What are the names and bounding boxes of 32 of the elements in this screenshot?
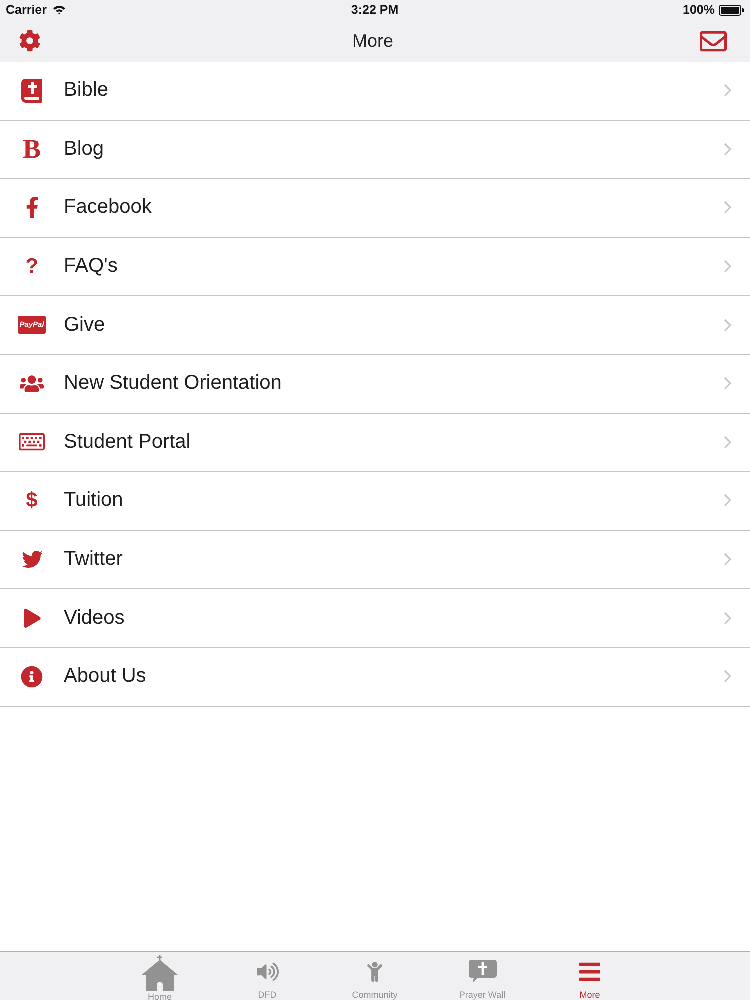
play-icon xyxy=(22,608,42,628)
info-icon xyxy=(21,666,43,688)
chevron-icon xyxy=(724,553,732,566)
chevron-icon xyxy=(724,142,732,156)
menu-icon xyxy=(578,960,602,984)
chevron-icon xyxy=(724,494,732,508)
tab-item[interactable]: More xyxy=(536,952,644,1000)
settings-button[interactable] xyxy=(19,30,41,52)
person-icon xyxy=(365,962,385,982)
chevron-icon xyxy=(724,436,732,449)
chevron-icon xyxy=(724,377,732,390)
carrier-label: Carrier xyxy=(6,3,47,17)
chevron-icon xyxy=(724,201,732,214)
speech-bubble-icon xyxy=(468,960,496,984)
battery-icon xyxy=(719,4,744,16)
speaker-icon xyxy=(256,961,278,983)
chevron-icon xyxy=(724,84,732,98)
chevron-icon xyxy=(724,260,732,274)
chevron-icon xyxy=(724,318,732,332)
wifi-icon xyxy=(53,5,66,15)
letter-b-icon: B xyxy=(22,136,41,163)
chevron-icon xyxy=(724,612,732,625)
book-icon xyxy=(20,78,44,103)
question-mark-icon: ? xyxy=(26,256,38,278)
settings-icon xyxy=(19,30,41,52)
dollar-icon: $ xyxy=(26,490,38,512)
house-icon xyxy=(142,955,178,991)
battery-percent: 100% xyxy=(683,3,715,17)
nav-title: More xyxy=(352,30,394,52)
clock-time: 3:22 PM xyxy=(351,3,399,17)
bird-icon xyxy=(22,549,42,570)
chevron-icon xyxy=(724,670,732,684)
